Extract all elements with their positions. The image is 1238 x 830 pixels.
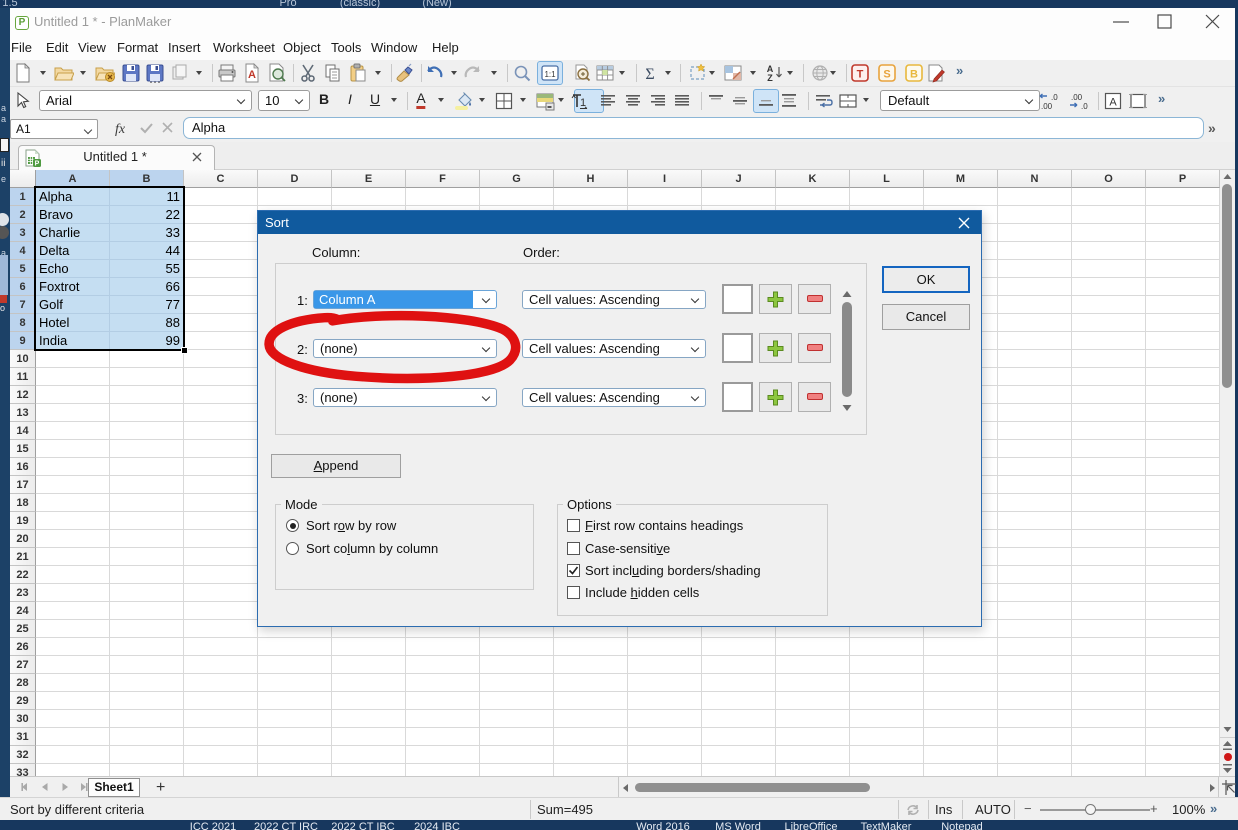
- svg-text:1:1: 1:1: [544, 70, 556, 79]
- svg-text:fx: fx: [115, 122, 126, 137]
- svg-text:A: A: [248, 69, 256, 81]
- svg-text:T: T: [857, 69, 864, 81]
- svg-text:.0: .0: [1081, 102, 1088, 111]
- svg-text:P: P: [35, 161, 40, 168]
- svg-text:.00: .00: [1041, 102, 1053, 111]
- svg-text:B: B: [910, 69, 918, 81]
- svg-text:Z: Z: [767, 73, 773, 83]
- svg-text:A: A: [1109, 97, 1117, 109]
- svg-text:.00: .00: [1071, 93, 1083, 102]
- svg-text:S: S: [883, 69, 890, 81]
- svg-text:.0: .0: [1051, 93, 1058, 102]
- svg-text:Σ: Σ: [645, 66, 654, 83]
